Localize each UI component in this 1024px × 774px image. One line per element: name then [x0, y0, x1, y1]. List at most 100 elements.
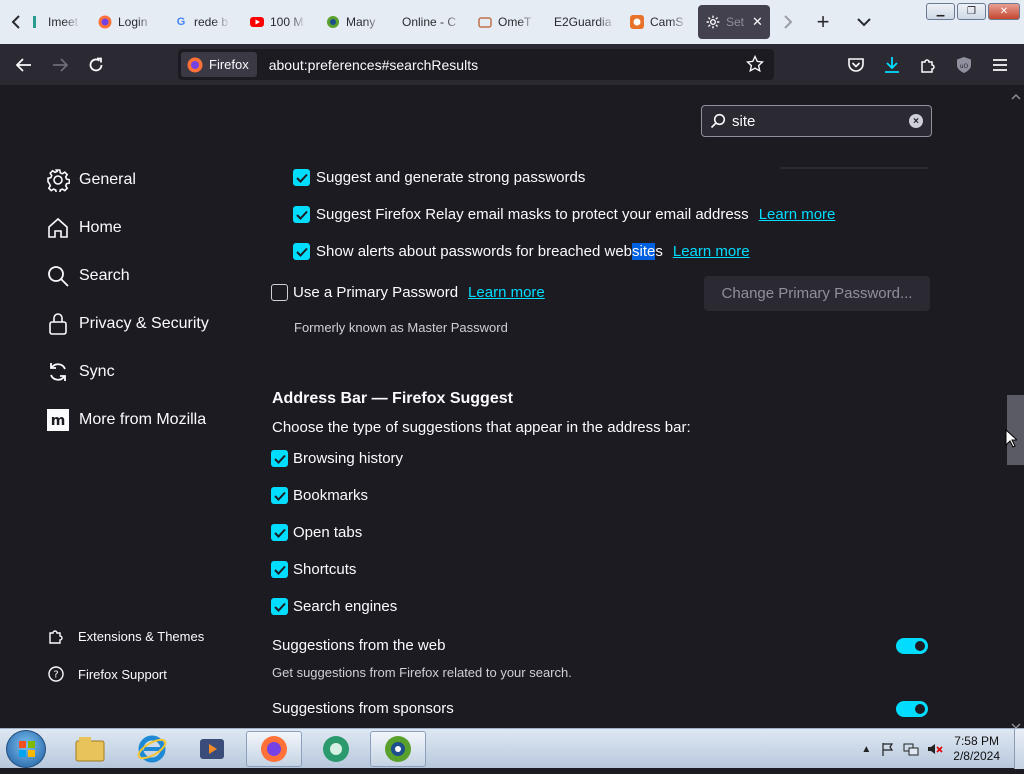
web-suggestions-toggle[interactable]: [896, 638, 928, 654]
shortcuts-option[interactable]: Shortcuts: [271, 561, 356, 578]
action-center-flag-icon[interactable]: [881, 742, 895, 756]
scroll-tabs-right-button[interactable]: [776, 10, 800, 34]
sidebar-extensions-themes-link[interactable]: Extensions & Themes: [47, 627, 204, 645]
network-icon[interactable]: [903, 742, 919, 756]
tab-online[interactable]: Online - C: [402, 8, 462, 36]
scroll-down-icon[interactable]: [1011, 716, 1021, 728]
forward-button[interactable]: [47, 52, 73, 78]
url-bar[interactable]: Firefox about:preferences#searchResults: [178, 49, 774, 80]
sponsor-suggestions-label: Suggestions from sponsors: [272, 700, 454, 717]
taskbar-explorer[interactable]: [62, 731, 118, 767]
pocket-button[interactable]: [843, 52, 869, 78]
suggest-strong-passwords-option[interactable]: Suggest and generate strong passwords: [293, 169, 585, 186]
tab-manycam[interactable]: Many: [326, 8, 382, 36]
learn-more-link[interactable]: Learn more: [759, 206, 836, 223]
bookmark-star-icon[interactable]: [745, 54, 765, 78]
sidebar-item-search[interactable]: Search: [45, 263, 130, 289]
taskbar-internet-explorer[interactable]: [124, 731, 180, 767]
search-engines-option[interactable]: Search engines: [271, 598, 397, 615]
breach-alerts-option[interactable]: Show alerts about passwords for breached…: [293, 243, 750, 260]
minimize-button[interactable]: ▁: [926, 3, 955, 20]
checkbox-unchecked-icon[interactable]: [271, 284, 288, 301]
find-in-settings-input[interactable]: site ×: [701, 105, 932, 137]
address-bar-description: Choose the type of suggestions that appe…: [272, 419, 691, 436]
sidebar-item-more-from-mozilla[interactable]: m More from Mozilla: [45, 407, 206, 433]
restore-button[interactable]: ❐: [957, 3, 986, 20]
learn-more-link[interactable]: Learn more: [673, 243, 750, 260]
app-menu-button[interactable]: [987, 52, 1013, 78]
show-desktop-button[interactable]: [1014, 729, 1024, 769]
sidebar-firefox-support-link[interactable]: ? Firefox Support: [47, 665, 167, 683]
close-tab-icon[interactable]: ✕: [752, 14, 763, 30]
chevron-down-icon: [857, 18, 871, 27]
windows-taskbar: ▲ 7:58 PM 2/8/2024: [0, 728, 1024, 769]
scroll-tabs-left-button[interactable]: [4, 10, 28, 34]
new-tab-button[interactable]: +: [811, 9, 835, 34]
url-text[interactable]: about:preferences#searchResults: [269, 57, 478, 73]
sidebar-item-privacy[interactable]: Privacy & Security: [45, 311, 209, 337]
search-match-highlight: site: [632, 243, 656, 260]
tab-settings[interactable]: Set ✕: [698, 5, 770, 39]
lock-icon: [45, 311, 71, 337]
taskbar-firefox[interactable]: [246, 731, 302, 767]
search-icon: [710, 113, 726, 129]
firefox-relay-option[interactable]: Suggest Firefox Relay email masks to pro…: [293, 206, 835, 223]
checkbox-checked-icon[interactable]: [271, 450, 288, 467]
tab-imeet[interactable]: Imeet: [28, 8, 80, 36]
reload-button[interactable]: [83, 52, 109, 78]
downloads-button[interactable]: [879, 52, 905, 78]
checkbox-checked-icon[interactable]: [271, 487, 288, 504]
clear-search-icon[interactable]: ×: [909, 114, 923, 128]
checkbox-checked-icon[interactable]: [271, 598, 288, 615]
taskbar-manycam[interactable]: [370, 731, 426, 767]
close-window-button[interactable]: ✕: [988, 3, 1020, 20]
primary-password-option[interactable]: Use a Primary Password Learn more: [271, 284, 545, 301]
tab-ometv[interactable]: OmeT: [478, 8, 536, 36]
firefox-icon: [98, 15, 112, 29]
sidebar-item-sync[interactable]: Sync: [45, 359, 115, 385]
tab-100m[interactable]: 100 M: [250, 8, 306, 36]
web-suggestions-description: Get suggestions from Firefox related to …: [272, 665, 572, 680]
system-clock[interactable]: 7:58 PM 2/8/2024: [953, 734, 1000, 764]
checkbox-checked-icon[interactable]: [293, 243, 310, 260]
manycam-icon: [326, 15, 340, 29]
show-hidden-icons-icon[interactable]: ▲: [861, 744, 871, 755]
arrow-right-icon: [53, 58, 68, 72]
mouse-pointer-icon: [1005, 428, 1019, 453]
ublock-button[interactable]: uO: [951, 52, 977, 78]
learn-more-link[interactable]: Learn more: [468, 284, 545, 301]
back-button[interactable]: [11, 52, 37, 78]
checkbox-checked-icon[interactable]: [271, 524, 288, 541]
clock-time: 7:58 PM: [954, 734, 999, 748]
start-button[interactable]: [6, 730, 46, 768]
checkbox-checked-icon[interactable]: [293, 169, 310, 186]
checkbox-checked-icon[interactable]: [271, 561, 288, 578]
browsing-history-option[interactable]: Browsing history: [271, 450, 403, 467]
checkbox-checked-icon[interactable]: [293, 206, 310, 223]
hamburger-menu-icon: [993, 59, 1007, 71]
volume-muted-icon[interactable]: [927, 742, 943, 756]
tab-e2guardian[interactable]: E2Guardia: [554, 8, 616, 36]
sidebar-item-home[interactable]: Home: [45, 215, 122, 241]
camsurf-icon: [630, 15, 644, 29]
extensions-button[interactable]: [915, 52, 941, 78]
search-value: site: [732, 112, 756, 130]
minimize-icon: ▁: [936, 6, 945, 17]
ublock-shield-icon: uO: [957, 57, 971, 73]
list-all-tabs-button[interactable]: [852, 10, 876, 34]
system-tray: ▲ 7:58 PM 2/8/2024: [861, 729, 1024, 769]
taskbar-app-green[interactable]: [308, 731, 364, 767]
tab-camsurf[interactable]: CamS: [630, 8, 688, 36]
sidebar-item-general[interactable]: General: [45, 167, 136, 193]
page-scrollbar[interactable]: [1007, 85, 1024, 728]
taskbar-media-player[interactable]: [184, 731, 240, 767]
scroll-up-icon[interactable]: [1011, 87, 1021, 105]
open-tabs-option[interactable]: Open tabs: [271, 524, 362, 541]
sponsor-suggestions-toggle[interactable]: [896, 701, 928, 717]
identity-box[interactable]: Firefox: [181, 52, 257, 77]
bookmarks-option[interactable]: Bookmarks: [271, 487, 368, 504]
youtube-icon: [250, 15, 264, 29]
change-primary-password-button[interactable]: Change Primary Password...: [704, 276, 930, 311]
tab-rede[interactable]: G rede b: [174, 8, 230, 36]
tab-login[interactable]: Login: [98, 8, 154, 36]
